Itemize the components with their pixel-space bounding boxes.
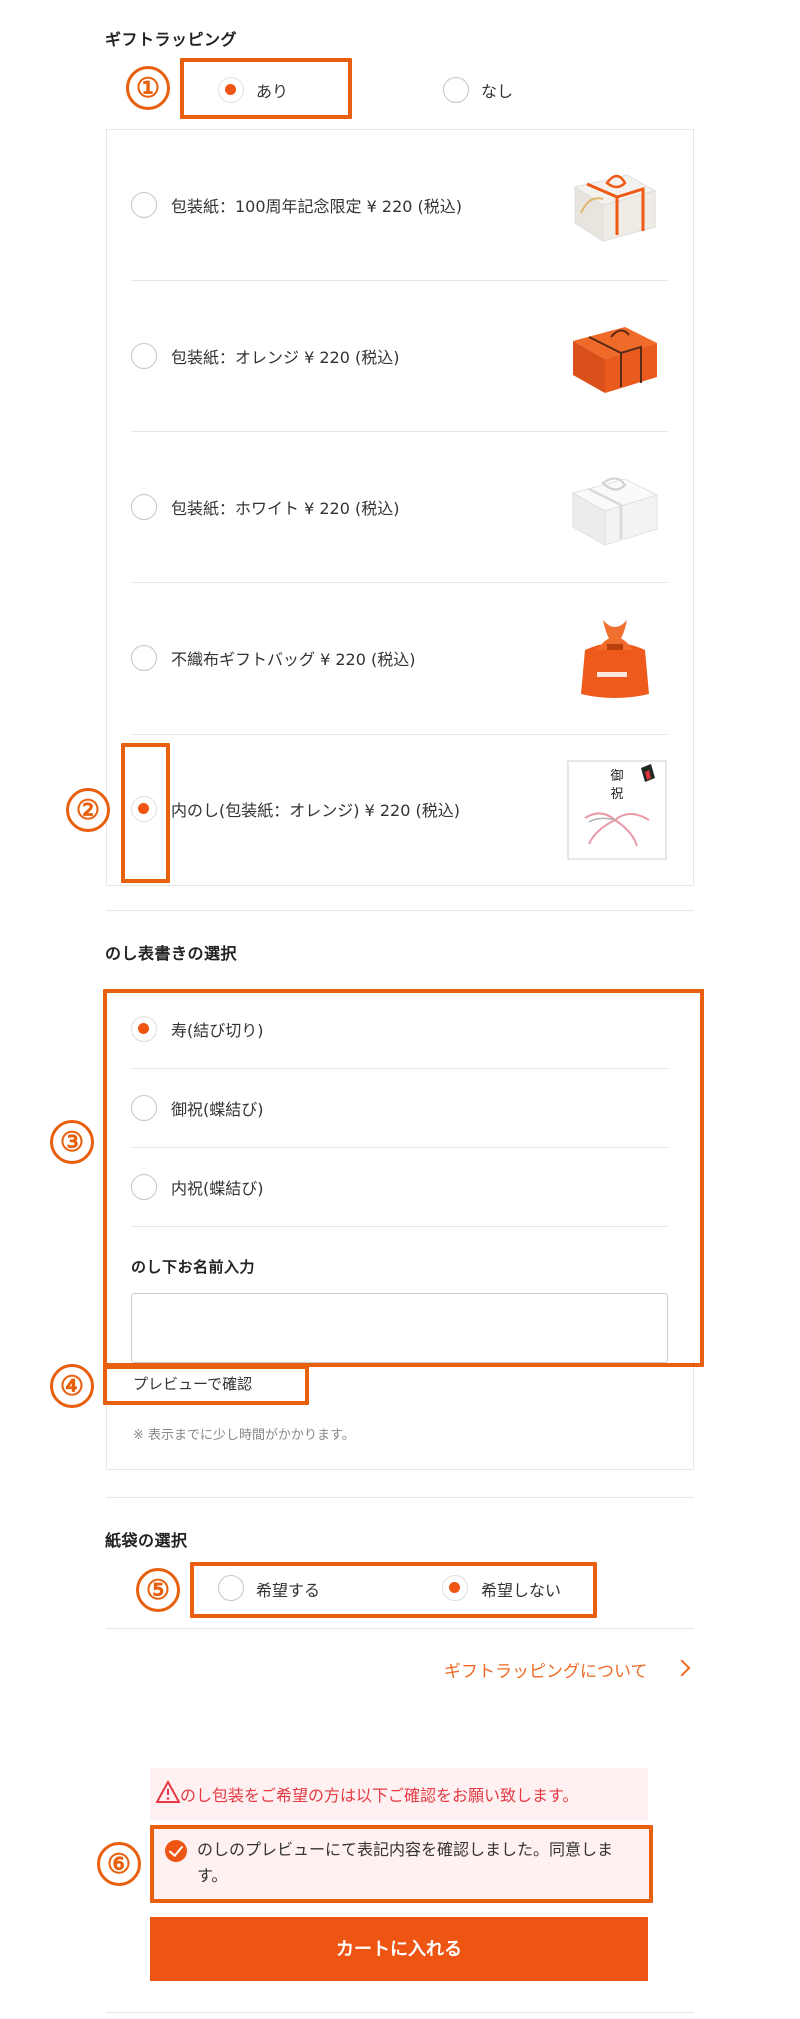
noshi-char-2: 祝 bbox=[610, 787, 623, 802]
orange-gift-bag-image bbox=[581, 620, 649, 698]
annotation-number-1: ① bbox=[126, 66, 170, 110]
section-divider bbox=[106, 910, 694, 911]
paper-bag-title: 紙袋の選択 bbox=[105, 1531, 188, 1550]
gift-wrapping-title: ギフトラッピング bbox=[105, 30, 238, 49]
paper-label-gift-bag: 不織布ギフトバッグ ¥ 220 (税込) bbox=[171, 650, 416, 669]
paper-label-white: 包装紙：ホワイト ¥ 220 (税込) bbox=[171, 499, 400, 518]
paper-radio-white[interactable] bbox=[131, 494, 157, 520]
warning-text: のし包装をご希望の方は以下ご確認をお願い致します。 bbox=[180, 1786, 579, 1805]
white-gift-box-image bbox=[571, 477, 659, 546]
orange-gift-box-image bbox=[573, 327, 657, 393]
wrapping-no-label: なし bbox=[481, 82, 514, 101]
annotation-box-1 bbox=[180, 58, 352, 119]
noshi-warning: のし包装をご希望の方は以下ご確認をお願い致します。 bbox=[150, 1768, 648, 1820]
section-divider bbox=[106, 1497, 694, 1498]
annotation-box-6 bbox=[150, 1825, 653, 1903]
paper-label-inner-noshi: 内のし(包装紙：オレンジ) ¥ 220 (税込) bbox=[171, 801, 460, 820]
annotation-number-3: ③ bbox=[50, 1120, 94, 1164]
paper-radio-gift-bag[interactable] bbox=[131, 645, 157, 671]
add-to-cart-button[interactable]: カートに入れる bbox=[150, 1917, 648, 1981]
annotation-number-6: ⑥ bbox=[97, 1842, 141, 1886]
annotation-box-4 bbox=[103, 1365, 309, 1405]
paper-radio-100th[interactable] bbox=[131, 192, 157, 218]
annotation-number-5: ⑤ bbox=[136, 1568, 180, 1612]
paper-divider bbox=[131, 431, 668, 432]
warning-icon bbox=[156, 1780, 180, 1803]
paper-label-100th: 包装紙：100周年記念限定 ¥ 220 (税込) bbox=[171, 197, 463, 216]
annotation-number-2: ② bbox=[66, 788, 110, 832]
noshi-title: のし表書きの選択 bbox=[105, 944, 238, 963]
noshi-paper-image: 御 祝 bbox=[567, 760, 667, 860]
paper-radio-orange[interactable] bbox=[131, 343, 157, 369]
section-divider bbox=[106, 1628, 694, 1629]
noshi-char-1: 御 bbox=[610, 769, 623, 784]
paper-divider bbox=[131, 582, 668, 583]
about-gift-wrapping-link[interactable]: ギフトラッピングについて bbox=[444, 1657, 648, 1682]
paper-divider bbox=[131, 280, 668, 281]
wrapping-no-radio[interactable] bbox=[443, 77, 469, 103]
white-gift-box-orange-ribbon-image bbox=[573, 174, 657, 242]
paper-label-orange: 包装紙：オレンジ ¥ 220 (税込) bbox=[171, 348, 400, 367]
annotation-number-4: ④ bbox=[50, 1364, 94, 1408]
page-bottom-divider bbox=[106, 2012, 694, 2013]
chevron-right-icon bbox=[673, 1659, 691, 1677]
annotation-box-5 bbox=[190, 1562, 597, 1618]
annotation-box-2 bbox=[121, 743, 170, 883]
gift-options-page: ギフトラッピング あり なし 包装紙：100周年記念限定 ¥ 220 (税込) … bbox=[0, 0, 800, 2019]
paper-divider bbox=[131, 734, 668, 735]
annotation-box-3 bbox=[103, 989, 704, 1367]
